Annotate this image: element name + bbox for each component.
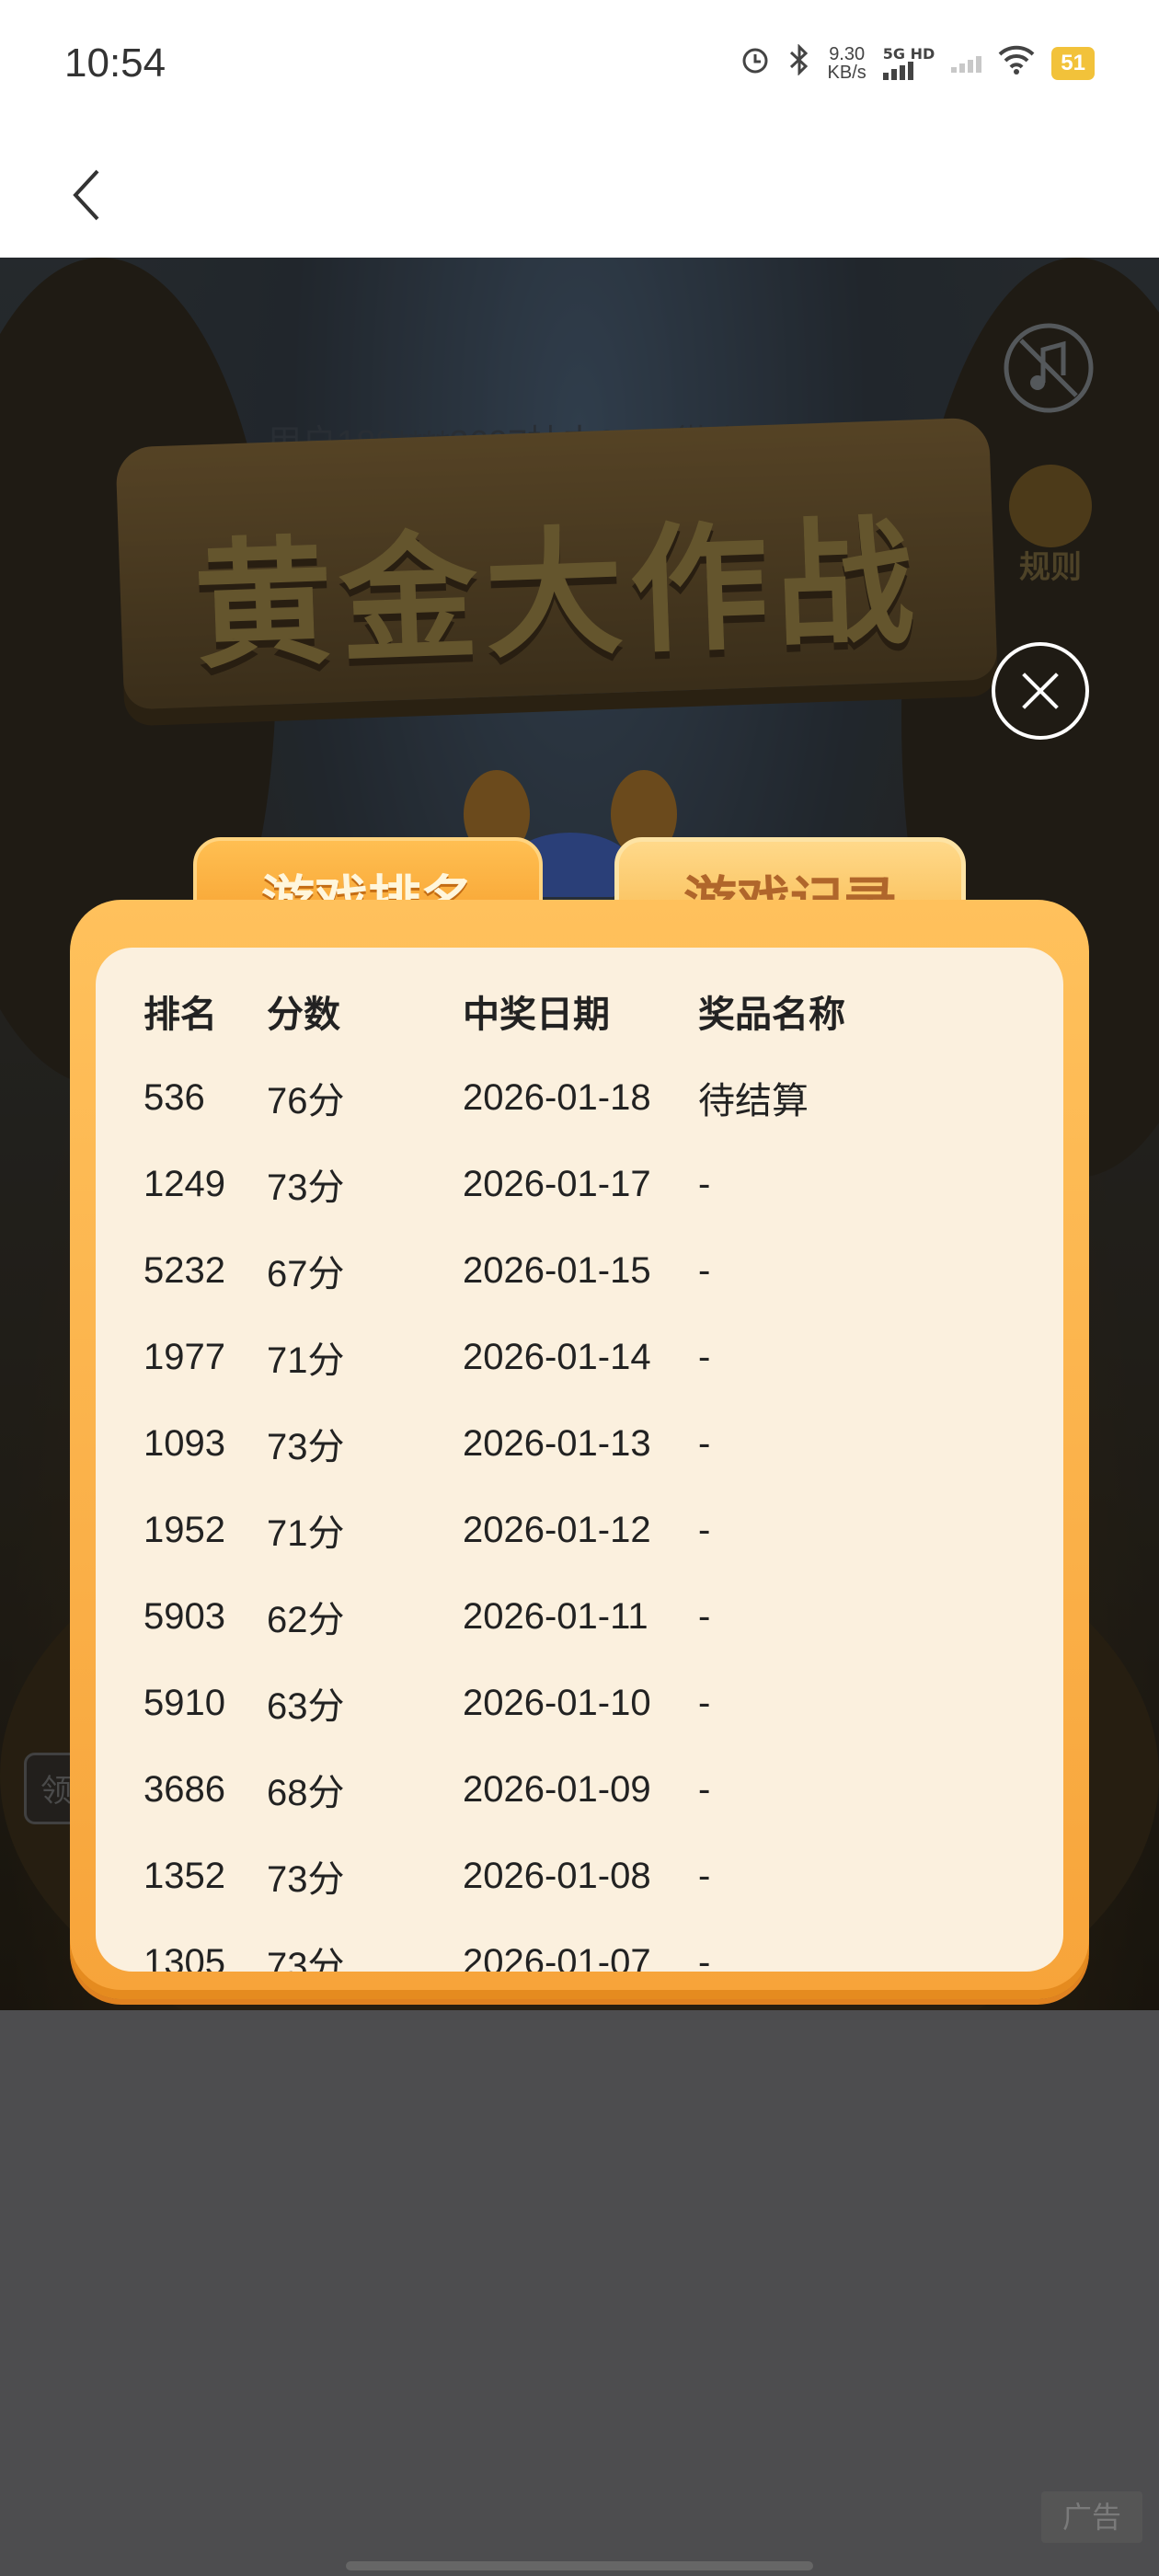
- cell-date: 2026-01-18: [463, 1076, 651, 1118]
- cell-date: 2026-01-10: [463, 1682, 651, 1723]
- close-modal-button[interactable]: [992, 642, 1089, 740]
- cell-prize: 待结算: [698, 1081, 809, 1121]
- table-row: 1305 73分 2026-01-07 -: [143, 1919, 974, 1972]
- status-time: 10:54: [64, 40, 166, 86]
- table-row: 1977 71分 2026-01-14 -: [143, 1314, 974, 1400]
- signal-bars-secondary-icon: [951, 54, 982, 73]
- cell-prize: -: [698, 1682, 711, 1723]
- cell-rank: 5232: [143, 1249, 225, 1291]
- signal-bars-icon: [882, 61, 935, 80]
- cell-rank: 1952: [143, 1509, 225, 1550]
- column-rank: 排名: [143, 995, 217, 1035]
- cell-rank: 536: [143, 1076, 205, 1118]
- table-row: 1093 73分 2026-01-13 -: [143, 1400, 974, 1487]
- cell-date: 2026-01-14: [463, 1336, 651, 1377]
- cell-prize: -: [698, 1595, 711, 1637]
- cell-rank: 3686: [143, 1768, 225, 1810]
- cell-date: 2026-01-15: [463, 1249, 651, 1291]
- cell-prize: -: [698, 1941, 711, 1972]
- cell-prize: -: [698, 1163, 711, 1204]
- cell-rank: 1249: [143, 1163, 225, 1204]
- cell-score: 73分: [267, 1946, 345, 1972]
- net-speed: 9.30 KB/s: [828, 45, 866, 82]
- cell-rank: 1977: [143, 1336, 225, 1377]
- battery-indicator: 51: [1051, 46, 1095, 80]
- table-row: 1352 73分 2026-01-08 -: [143, 1833, 974, 1919]
- cell-score: 62分: [267, 1600, 345, 1640]
- cell-rank: 1093: [143, 1422, 225, 1464]
- cell-rank: 1352: [143, 1855, 225, 1896]
- cell-rank: 1305: [143, 1941, 225, 1972]
- cell-score: 63分: [267, 1686, 345, 1727]
- column-prize: 奖品名称: [698, 995, 845, 1035]
- cell-prize: -: [698, 1336, 711, 1377]
- table-row: 5903 62分 2026-01-11 -: [143, 1573, 974, 1660]
- table-row: 5232 67分 2026-01-15 -: [143, 1227, 974, 1314]
- cell-score: 68分: [267, 1773, 345, 1813]
- net-speed-value: 9.30: [829, 43, 866, 64]
- cell-score: 67分: [267, 1254, 345, 1294]
- alarm-icon: [740, 44, 771, 82]
- column-score: 分数: [267, 995, 340, 1035]
- records-panel: 排名 分数 中奖日期 奖品名称 536 76分 2026-01-18 待结算 1…: [70, 900, 1089, 1999]
- cell-score: 71分: [267, 1340, 345, 1381]
- chevron-left-icon: [73, 169, 99, 221]
- table-row: 1249 73分 2026-01-17 -: [143, 1141, 974, 1227]
- status-icons: 9.30 KB/s 5G HD 51: [740, 43, 1095, 82]
- table-row: 536 76分 2026-01-18 待结算: [143, 1054, 974, 1141]
- cell-prize: -: [698, 1768, 711, 1810]
- signal-5g: 5G HD: [882, 44, 935, 80]
- bluetooth-icon: [787, 43, 811, 82]
- cell-score: 73分: [267, 1859, 345, 1900]
- cell-score: 76分: [267, 1081, 345, 1121]
- cell-date: 2026-01-11: [463, 1595, 648, 1637]
- status-bar: 10:54 9.30 KB/s 5G HD 51: [0, 0, 1159, 138]
- network-type-label: 5G HD: [882, 44, 935, 63]
- cell-rank: 5903: [143, 1595, 225, 1637]
- cell-prize: -: [698, 1855, 711, 1896]
- cell-rank: 5910: [143, 1682, 225, 1723]
- table-header: 排名 分数 中奖日期 奖品名称: [143, 968, 974, 1054]
- cell-prize: -: [698, 1249, 711, 1291]
- table-row: 3686 68分 2026-01-09 -: [143, 1746, 974, 1833]
- cell-prize: -: [698, 1509, 711, 1550]
- cell-date: 2026-01-08: [463, 1855, 651, 1896]
- cell-date: 2026-01-13: [463, 1422, 651, 1464]
- cell-date: 2026-01-07: [463, 1941, 651, 1972]
- cell-score: 73分: [267, 1427, 345, 1467]
- cell-score: 73分: [267, 1167, 345, 1208]
- records-list[interactable]: 排名 分数 中奖日期 奖品名称 536 76分 2026-01-18 待结算 1…: [96, 948, 1063, 1972]
- ad-label: 广告: [1041, 2491, 1142, 2543]
- column-date: 中奖日期: [463, 995, 610, 1035]
- cell-score: 71分: [267, 1513, 345, 1554]
- cell-date: 2026-01-12: [463, 1509, 651, 1550]
- cell-prize: -: [698, 1422, 711, 1464]
- home-indicator[interactable]: [346, 2561, 813, 2570]
- net-speed-unit: KB/s: [827, 62, 866, 83]
- nav-bar: [0, 138, 1159, 258]
- table-row: 1952 71分 2026-01-12 -: [143, 1487, 974, 1573]
- cell-date: 2026-01-17: [463, 1163, 651, 1204]
- table-row: 5910 63分 2026-01-10 -: [143, 1660, 974, 1746]
- records-table: 排名 分数 中奖日期 奖品名称 536 76分 2026-01-18 待结算 1…: [143, 968, 974, 1972]
- cell-date: 2026-01-09: [463, 1768, 651, 1810]
- back-button[interactable]: [55, 158, 129, 232]
- wifi-icon: [998, 45, 1035, 81]
